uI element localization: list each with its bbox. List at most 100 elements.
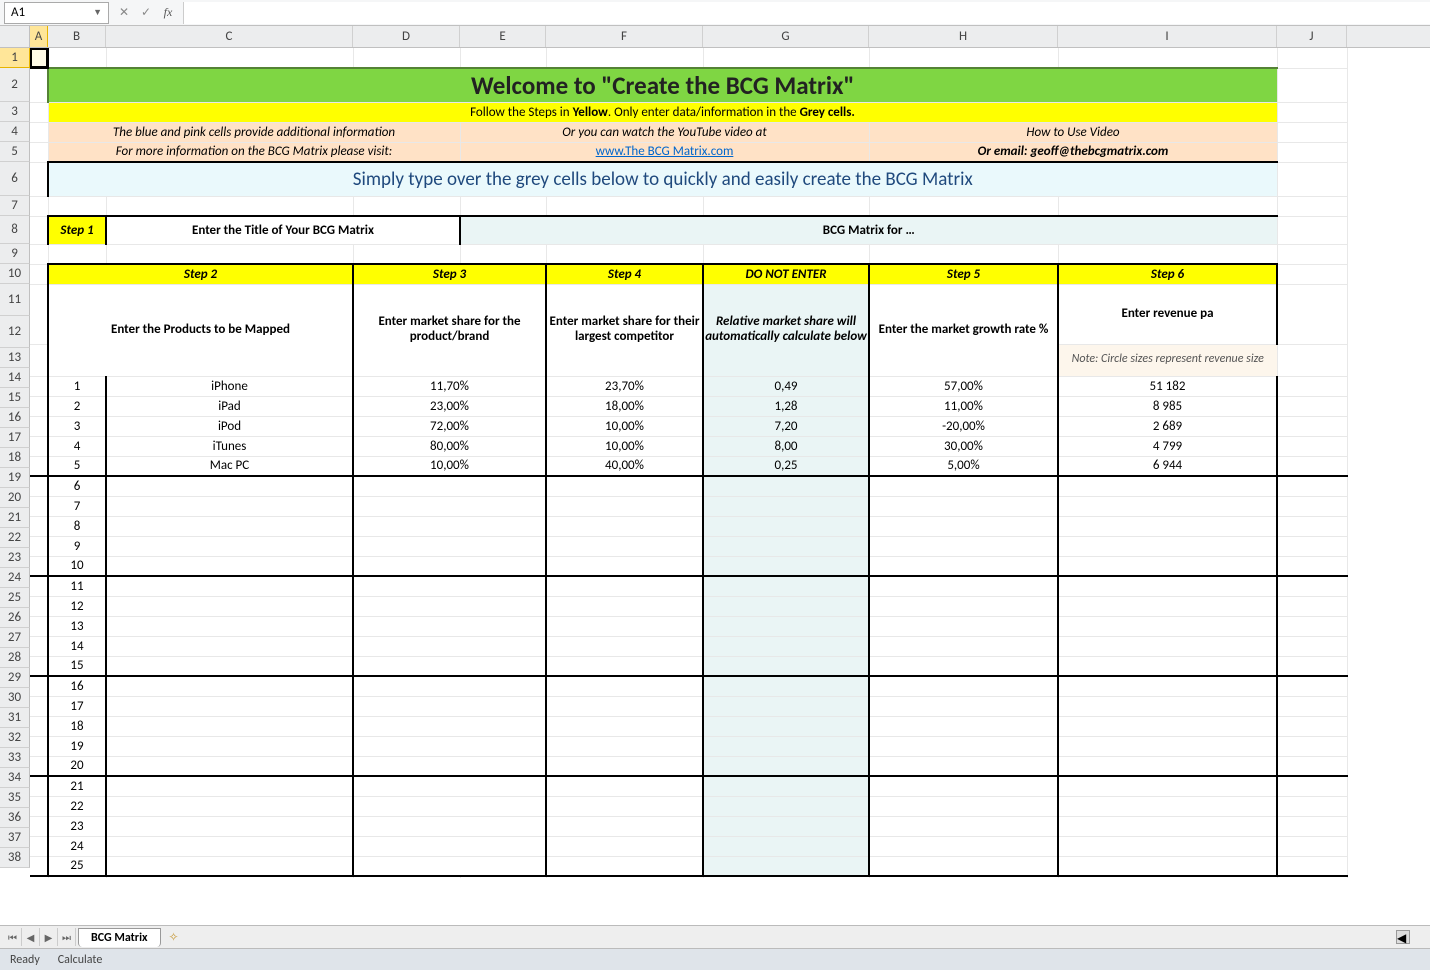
growth-rate[interactable] — [869, 836, 1058, 856]
competitor-share[interactable] — [546, 816, 703, 836]
competitor-share[interactable] — [546, 576, 703, 596]
column-header-E[interactable]: E — [460, 26, 546, 47]
market-share[interactable] — [353, 656, 546, 676]
product-num[interactable]: 2 — [48, 396, 106, 416]
row-header-36[interactable]: 36 — [0, 808, 30, 828]
growth-rate[interactable]: 5,00% — [869, 456, 1058, 476]
row-header-37[interactable]: 37 — [0, 828, 30, 848]
revenue[interactable]: 2 689 — [1058, 416, 1277, 436]
growth-rate[interactable] — [869, 476, 1058, 496]
market-share[interactable] — [353, 796, 546, 816]
market-share[interactable] — [353, 596, 546, 616]
revenue[interactable] — [1058, 596, 1277, 616]
revenue[interactable] — [1058, 516, 1277, 536]
row-header-10[interactable]: 10 — [0, 264, 30, 284]
growth-rate[interactable] — [869, 576, 1058, 596]
info-howto-link[interactable]: How to Use Video — [869, 122, 1277, 142]
row-header-3[interactable]: 3 — [0, 102, 30, 122]
row-header-11[interactable]: 11 — [0, 284, 30, 316]
market-share[interactable] — [353, 616, 546, 636]
growth-rate[interactable] — [869, 596, 1058, 616]
row-header-16[interactable]: 16 — [0, 408, 30, 428]
market-share[interactable] — [353, 496, 546, 516]
revenue[interactable]: 8 985 — [1058, 396, 1277, 416]
row-header-7[interactable]: 7 — [0, 196, 30, 216]
row-header-6[interactable]: 6 — [0, 162, 30, 196]
info-website-link[interactable]: www.The BCG Matrix.com — [460, 142, 869, 162]
row-header-14[interactable]: 14 — [0, 368, 30, 388]
column-header-F[interactable]: F — [546, 26, 703, 47]
product-name[interactable]: iPod — [106, 416, 353, 436]
fx-icon[interactable]: fx — [157, 2, 179, 24]
growth-rate[interactable] — [869, 716, 1058, 736]
growth-rate[interactable] — [869, 816, 1058, 836]
growth-rate[interactable] — [869, 696, 1058, 716]
horizontal-scrollbar[interactable]: ◀ — [185, 930, 1430, 944]
product-num[interactable]: 1 — [48, 376, 106, 396]
competitor-share[interactable]: 18,00% — [546, 396, 703, 416]
column-header-C[interactable]: C — [106, 26, 353, 47]
column-header-B[interactable]: B — [48, 26, 106, 47]
market-share[interactable]: 72,00% — [353, 416, 546, 436]
product-num[interactable]: 9 — [48, 536, 106, 556]
product-name[interactable] — [106, 536, 353, 556]
product-name[interactable] — [106, 516, 353, 536]
revenue[interactable] — [1058, 556, 1277, 576]
growth-rate[interactable] — [869, 556, 1058, 576]
product-name[interactable] — [106, 576, 353, 596]
growth-rate[interactable] — [869, 616, 1058, 636]
row-header-30[interactable]: 30 — [0, 688, 30, 708]
competitor-share[interactable]: 23,70% — [546, 376, 703, 396]
competitor-share[interactable] — [546, 536, 703, 556]
sheet-area[interactable]: Welcome to "Create the BCG Matrix" Follo… — [30, 48, 1430, 878]
growth-rate[interactable] — [869, 736, 1058, 756]
competitor-share[interactable]: 10,00% — [546, 436, 703, 456]
product-num[interactable]: 13 — [48, 616, 106, 636]
sheet-tab-bcg[interactable]: BCG Matrix — [78, 928, 161, 947]
product-num[interactable]: 24 — [48, 836, 106, 856]
competitor-share[interactable] — [546, 796, 703, 816]
row-header-26[interactable]: 26 — [0, 608, 30, 628]
row-header-33[interactable]: 33 — [0, 748, 30, 768]
competitor-share[interactable] — [546, 836, 703, 856]
market-share[interactable] — [353, 476, 546, 496]
competitor-share[interactable] — [546, 696, 703, 716]
row-header-38[interactable]: 38 — [0, 848, 30, 868]
competitor-share[interactable] — [546, 516, 703, 536]
competitor-share[interactable] — [546, 616, 703, 636]
product-name[interactable] — [106, 816, 353, 836]
row-header-24[interactable]: 24 — [0, 568, 30, 588]
revenue[interactable] — [1058, 656, 1277, 676]
competitor-share[interactable] — [546, 556, 703, 576]
product-name[interactable] — [106, 476, 353, 496]
product-name[interactable] — [106, 836, 353, 856]
market-share[interactable] — [353, 836, 546, 856]
product-name[interactable] — [106, 556, 353, 576]
growth-rate[interactable] — [869, 776, 1058, 796]
product-num[interactable]: 16 — [48, 676, 106, 696]
column-header-G[interactable]: G — [703, 26, 869, 47]
product-num[interactable]: 17 — [48, 696, 106, 716]
product-name[interactable] — [106, 636, 353, 656]
product-num[interactable]: 19 — [48, 736, 106, 756]
product-name[interactable] — [106, 676, 353, 696]
column-header-H[interactable]: H — [869, 26, 1058, 47]
row-header-28[interactable]: 28 — [0, 648, 30, 668]
product-name[interactable] — [106, 736, 353, 756]
product-num[interactable]: 7 — [48, 496, 106, 516]
row-header-13[interactable]: 13 — [0, 348, 30, 368]
cell-A1[interactable] — [30, 48, 48, 68]
competitor-share[interactable] — [546, 856, 703, 876]
revenue[interactable] — [1058, 496, 1277, 516]
row-header-22[interactable]: 22 — [0, 528, 30, 548]
row-header-27[interactable]: 27 — [0, 628, 30, 648]
growth-rate[interactable] — [869, 656, 1058, 676]
tab-nav-prev-icon[interactable]: ◀ — [22, 928, 40, 946]
row-header-8[interactable]: 8 — [0, 216, 30, 244]
market-share[interactable] — [353, 756, 546, 776]
product-name[interactable] — [106, 796, 353, 816]
row-header-9[interactable]: 9 — [0, 244, 30, 264]
competitor-share[interactable]: 10,00% — [546, 416, 703, 436]
revenue[interactable]: 4 799 — [1058, 436, 1277, 456]
revenue[interactable] — [1058, 796, 1277, 816]
